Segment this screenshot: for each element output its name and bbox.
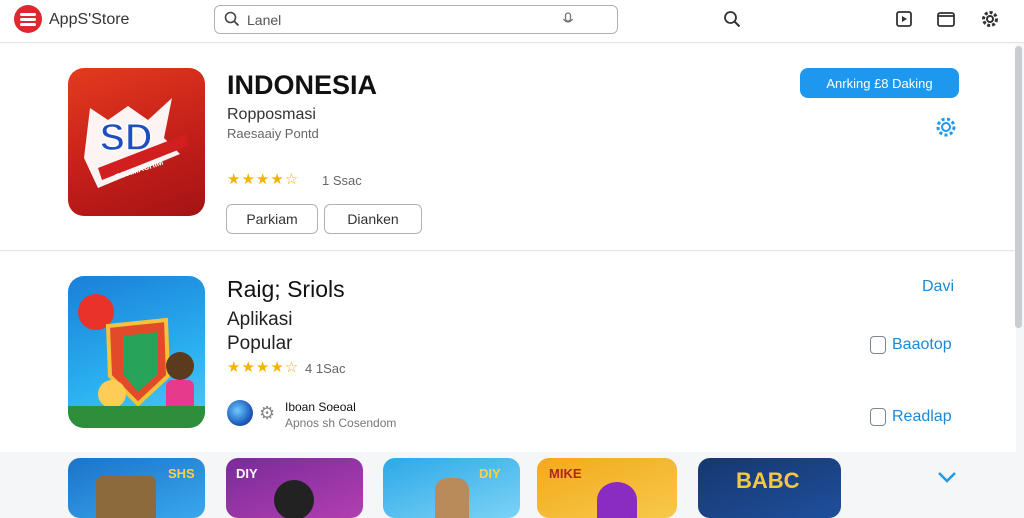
vertical-scrollbar[interactable]: [1015, 46, 1022, 328]
gear-icon: ⚙: [259, 403, 276, 423]
featured-secondary-button-1[interactable]: Parkiam: [226, 204, 318, 234]
thumbnail-app-5[interactable]: BABC: [698, 458, 841, 518]
featured-primary-button[interactable]: Anrking £8 Daking: [800, 68, 959, 98]
thumbnail-app-2[interactable]: DIY: [226, 458, 363, 518]
thumbnail-app-4[interactable]: MIKE: [537, 458, 677, 518]
featured-app-icon[interactable]: SD FORMACHIM: [68, 68, 205, 216]
app2-description: Aplikasi Popular: [227, 308, 293, 356]
thumbnail-label-1: SHS: [168, 466, 195, 481]
search-icon[interactable]: [721, 8, 743, 30]
featured-app-panel: SD FORMACHIM INDONESIA Ropposmasi Raesaa…: [0, 44, 1016, 251]
app2-action-1-label: Baaotop: [892, 336, 952, 353]
window-icon[interactable]: [935, 8, 957, 30]
thumbnail-label-4: MIKE: [549, 466, 582, 481]
featured-rating-count: 1 Ssac: [322, 173, 362, 188]
app2-icon[interactable]: [68, 276, 205, 428]
thumbnail-app-3[interactable]: DIY: [383, 458, 520, 518]
app2-title: Raig; Sriols: [227, 276, 345, 302]
app2-action-2[interactable]: Readlap: [870, 408, 952, 426]
app2-action-1[interactable]: Baaotop: [870, 336, 952, 354]
featured-rating-stars: ★★★★☆: [227, 171, 300, 188]
settings-gear-icon[interactable]: [979, 8, 1001, 30]
app2-desc-line1: Aplikasi: [227, 309, 293, 330]
app2-action-2-label: Readlap: [892, 408, 952, 425]
chat-bubble-icon: [870, 336, 886, 354]
app2-rating-count: 4 1Sac: [305, 361, 346, 376]
search-box[interactable]: Lanel: [214, 5, 618, 34]
featured-settings-icon[interactable]: [934, 115, 958, 144]
app2-desc-line2: Popular: [227, 333, 293, 354]
thumbnail-label-3: DIY: [479, 466, 501, 481]
thumbnail-app-1[interactable]: SHS: [68, 458, 205, 518]
video-icon[interactable]: [893, 8, 915, 30]
featured-icon-text: SD: [100, 117, 153, 159]
top-bar: AppS'Store Lanel: [0, 0, 1024, 43]
mic-icon[interactable]: [561, 12, 575, 29]
search-input[interactable]: Lanel: [247, 12, 281, 28]
chevron-down-icon[interactable]: [936, 470, 958, 489]
app2-link-right[interactable]: Davi: [922, 278, 954, 296]
brand-name: AppS'Store: [49, 11, 130, 28]
search-icon: [224, 11, 240, 32]
store-logo-icon[interactable]: [14, 5, 42, 33]
chat-bubble-icon: [870, 408, 886, 426]
app-list-panel: Raig; Sriols Aplikasi Popular ★★★★☆ 4 1S…: [0, 252, 1016, 452]
featured-secondary-button-2[interactable]: Dianken: [324, 204, 422, 234]
thumbnail-label-2: DIY: [236, 466, 258, 481]
featured-subtitle: Ropposmasi: [227, 106, 316, 123]
thumbnail-label-5: BABC: [736, 468, 800, 493]
app2-rating-stars: ★★★★☆: [227, 359, 300, 376]
featured-category: Raesaaiy Pontd: [227, 126, 319, 141]
developer-subtitle: Apnos sh Cosendom: [285, 416, 397, 430]
developer-name: Iboan Soeoal: [285, 400, 356, 414]
developer-avatar: [227, 400, 253, 426]
featured-title: INDONESIA: [227, 70, 378, 100]
